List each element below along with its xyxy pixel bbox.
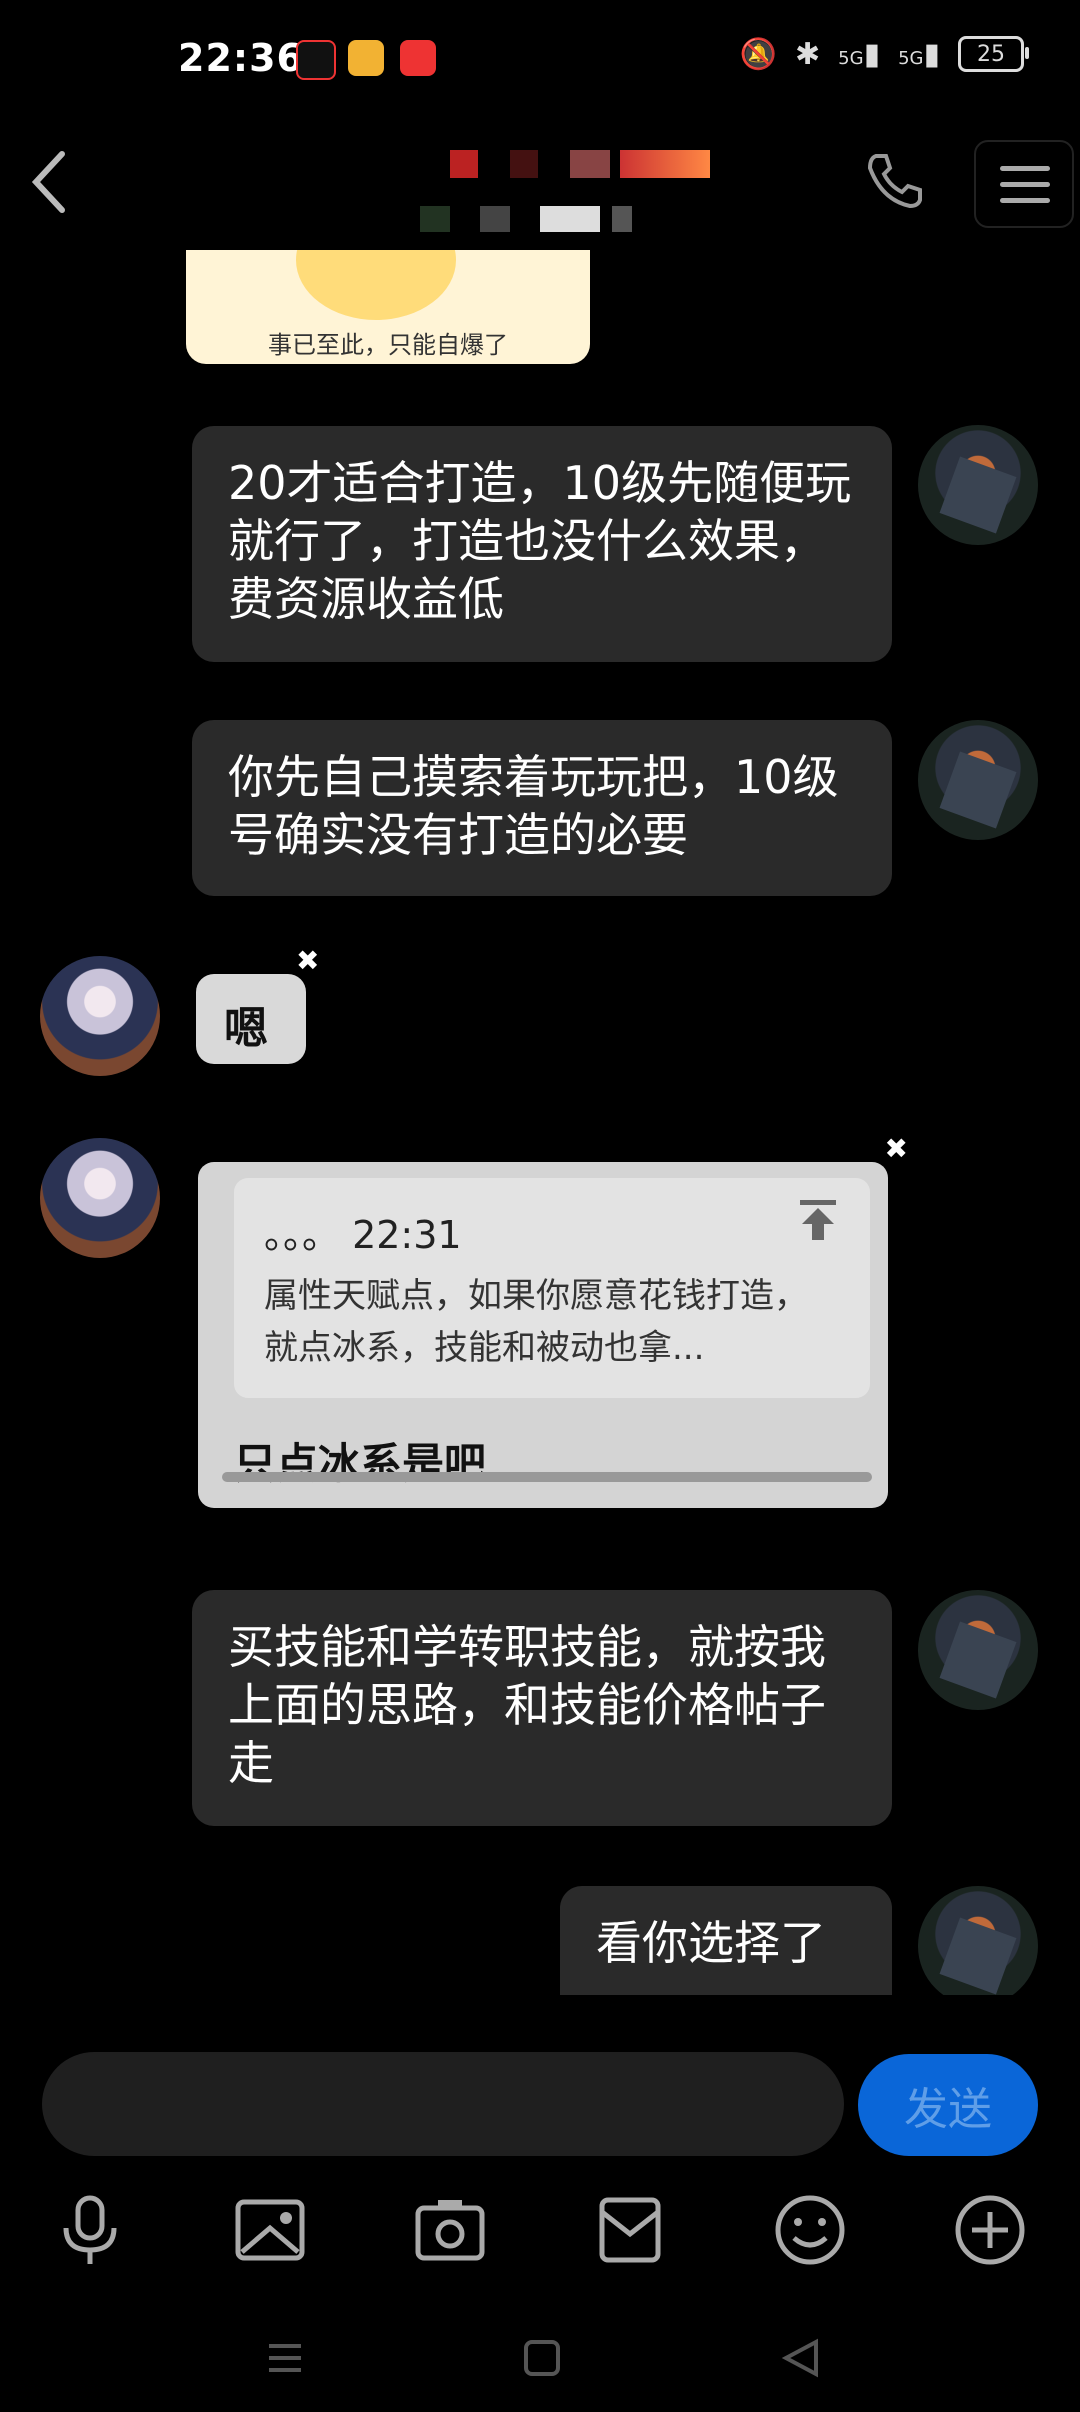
sparkle-icon: ✖: [296, 944, 320, 977]
divider: [222, 1472, 872, 1482]
quoted-header: 。。。 22:31: [264, 1213, 462, 1257]
quoted-message-card[interactable]: 。。。 22:31 属性天赋点，如果你愿意花钱打造，就点冰系，技能和被动也拿..…: [234, 1178, 870, 1398]
avatar[interactable]: [40, 956, 160, 1076]
avatar[interactable]: [918, 425, 1038, 545]
message-bubble[interactable]: 买技能和学转职技能，就按我上面的思路，和技能价格帖子走: [192, 1590, 892, 1826]
message-bubble[interactable]: 20才适合打造，10级先随便玩就行了，打造也没什么效果，费资源收益低: [192, 426, 892, 662]
mic-icon[interactable]: [50, 2190, 130, 2270]
message-bubble[interactable]: 看你选择了: [560, 1886, 892, 1995]
phone-icon[interactable]: [862, 148, 926, 212]
quoted-text: 属性天赋点，如果你愿意花钱打造，就点冰系，技能和被动也拿...: [264, 1276, 808, 1368]
sticker-face: [296, 250, 456, 320]
status-time: 22:36: [178, 36, 304, 80]
sticker-bubble[interactable]: 嗯 ✖: [196, 944, 319, 1064]
avatar[interactable]: [918, 1590, 1038, 1710]
battery-level: 25: [977, 41, 1005, 67]
chat-area: 事已至此，只能自爆了 20才适合打造，10级先随便玩就行了，打造也没什么效果，费…: [0, 250, 1080, 1995]
system-nav-bar: [0, 2300, 1080, 2412]
battery-icon: 25: [958, 36, 1029, 72]
back-icon[interactable]: [20, 142, 80, 222]
chat-subtitle-redacted: [420, 200, 650, 240]
app-icon: [348, 40, 384, 76]
signal-icon-2: 5G▮: [898, 36, 940, 72]
input-toolbar: [0, 2180, 1080, 2280]
home-icon[interactable]: [512, 2328, 572, 2388]
chat-title-redacted: [330, 140, 710, 190]
camera-icon[interactable]: [410, 2190, 490, 2270]
sticker-text: 嗯: [224, 1003, 268, 1054]
status-icons: 🔕 ✱ 5G▮ 5G▮ 25: [739, 36, 1029, 72]
input-bar: 发送: [0, 2030, 1080, 2160]
envelope-icon[interactable]: [590, 2190, 670, 2270]
message-bubble[interactable]: 你先自己摸索着玩玩把，10级号确实没有打造的必要: [192, 720, 892, 896]
send-button[interactable]: 发送: [858, 2054, 1038, 2156]
quote-reply-bubble[interactable]: ✖ 。。。 22:31 属性天赋点，如果你愿意花钱打造，就点冰系，技能和被动也拿…: [198, 1132, 908, 1508]
emoji-icon[interactable]: [770, 2190, 850, 2270]
menu-button[interactable]: [974, 140, 1074, 228]
jump-to-top-icon[interactable]: [798, 1198, 838, 1242]
chat-header: [0, 120, 1080, 250]
message-input[interactable]: [42, 2052, 844, 2156]
sparkle-icon: ✖: [884, 1132, 908, 1165]
avatar[interactable]: [918, 720, 1038, 840]
image-icon[interactable]: [230, 2190, 310, 2270]
mute-icon: 🔕: [739, 36, 778, 72]
tiktok-icon: [296, 40, 336, 80]
video-icon: [400, 40, 436, 76]
back-nav-icon[interactable]: [772, 2328, 832, 2388]
plus-icon[interactable]: [950, 2190, 1030, 2270]
status-bar: 22:36 🔕 ✱ 5G▮ 5G▮ 25: [0, 0, 1080, 120]
avatar[interactable]: [918, 1886, 1038, 1995]
recents-icon[interactable]: [255, 2328, 315, 2388]
sticker-image[interactable]: 事已至此，只能自爆了: [186, 250, 590, 364]
bluetooth-icon: ✱: [795, 36, 821, 72]
signal-icon: 5G▮: [838, 36, 881, 72]
sticker-caption: 事已至此，只能自爆了: [268, 331, 508, 359]
avatar[interactable]: [40, 1138, 160, 1258]
